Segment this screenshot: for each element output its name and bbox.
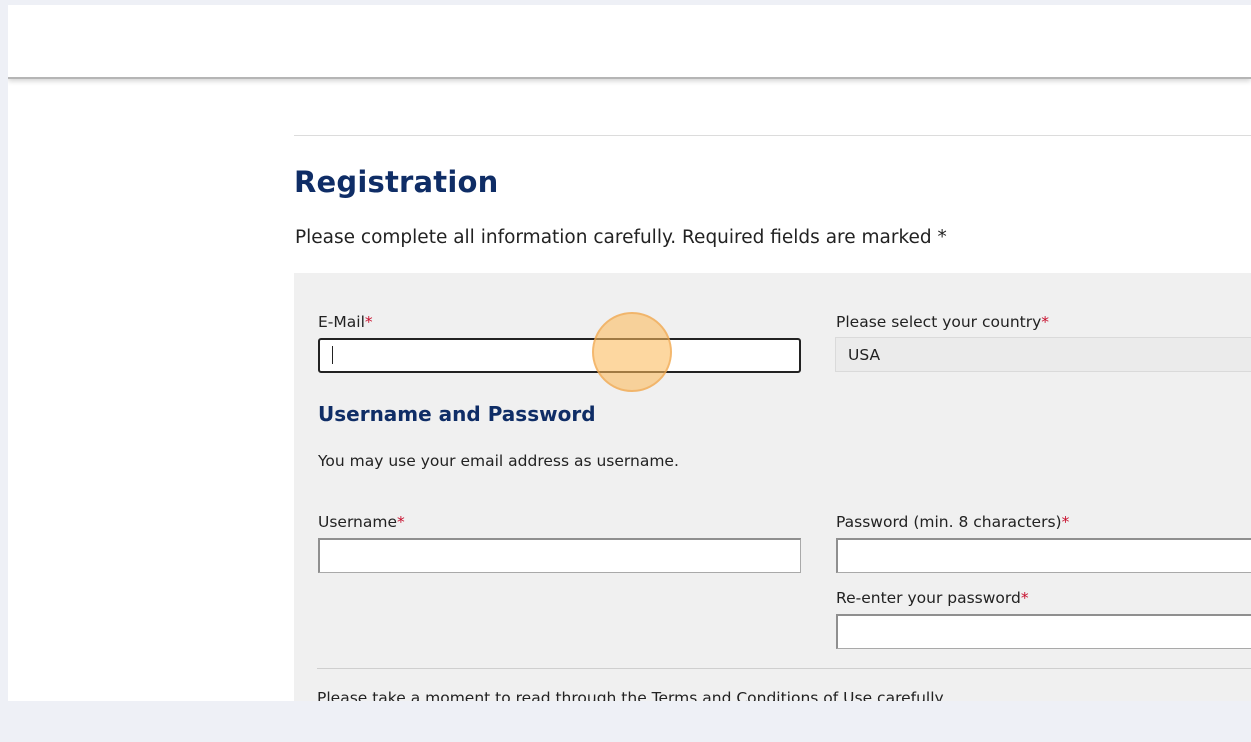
password-confirm-label-text: Re-enter your password bbox=[836, 589, 1021, 607]
username-label-text: Username bbox=[318, 513, 398, 531]
password-label: Password (min. 8 characters)* bbox=[836, 513, 1069, 531]
email-label-text: E-Mail bbox=[318, 313, 365, 331]
registration-form: E-Mail* Please select your country* USA … bbox=[294, 273, 1251, 701]
page-title: Registration bbox=[294, 165, 499, 199]
required-marker: * bbox=[1061, 513, 1070, 531]
email-field[interactable] bbox=[318, 338, 801, 373]
country-label-text: Please select your country bbox=[836, 313, 1042, 331]
password-label-text: Password (min. 8 characters) bbox=[836, 513, 1062, 531]
country-select[interactable]: USA bbox=[835, 337, 1251, 372]
required-marker: * bbox=[364, 313, 373, 331]
password-field[interactable] bbox=[836, 538, 1251, 573]
username-hint: You may use your email address as userna… bbox=[318, 452, 679, 470]
country-label: Please select your country* bbox=[836, 313, 1049, 331]
email-label: E-Mail* bbox=[318, 313, 373, 331]
required-marker: * bbox=[1020, 589, 1029, 607]
country-selected-value: USA bbox=[848, 346, 881, 364]
site-header-bar bbox=[8, 5, 1251, 79]
content-divider bbox=[294, 135, 1251, 136]
credentials-section-title: Username and Password bbox=[318, 402, 596, 426]
required-marker: * bbox=[397, 513, 405, 531]
password-confirm-field[interactable] bbox=[836, 614, 1251, 649]
intro-text: Please complete all information carefull… bbox=[295, 227, 947, 248]
terms-notice: Please take a moment to read through the… bbox=[317, 689, 947, 701]
form-divider bbox=[317, 668, 1251, 669]
password-confirm-label: Re-enter your password* bbox=[836, 589, 1029, 607]
browser-viewport: Registration Please complete all informa… bbox=[8, 5, 1251, 701]
username-field[interactable] bbox=[318, 538, 801, 573]
required-marker: * bbox=[1041, 313, 1050, 331]
username-label: Username* bbox=[318, 513, 405, 531]
text-cursor bbox=[332, 346, 333, 364]
